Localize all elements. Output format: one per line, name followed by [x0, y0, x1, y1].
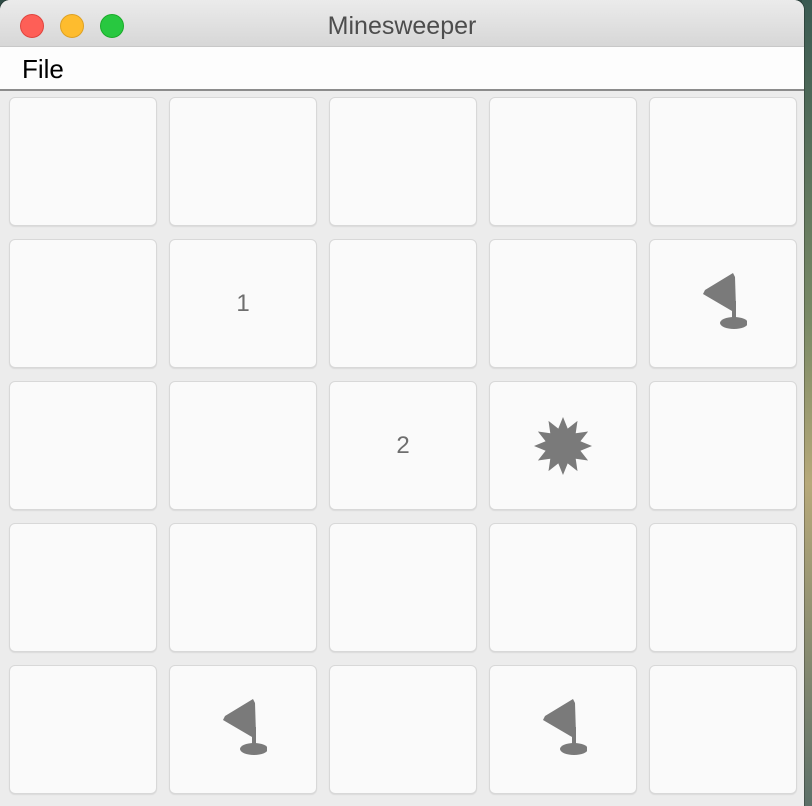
flag-icon	[219, 697, 267, 763]
board-cell[interactable]	[329, 665, 477, 794]
flag-icon	[539, 697, 587, 763]
menu-bar: File	[0, 47, 804, 91]
board-cell[interactable]: 2	[329, 381, 477, 510]
title-bar[interactable]: Minesweeper	[0, 0, 804, 47]
board-cell[interactable]: 1	[169, 239, 317, 368]
board-cell[interactable]	[489, 523, 637, 652]
board-cell[interactable]	[329, 97, 477, 226]
board-cell[interactable]	[649, 239, 797, 368]
board-cell[interactable]	[9, 97, 157, 226]
menu-file[interactable]: File	[22, 52, 64, 85]
board-cell[interactable]	[9, 381, 157, 510]
mine-icon	[533, 416, 593, 476]
board-cell[interactable]	[489, 381, 637, 510]
board-cell[interactable]	[489, 97, 637, 226]
board-cell[interactable]	[9, 523, 157, 652]
game-board: 12	[0, 91, 804, 806]
board-cell[interactable]	[649, 381, 797, 510]
window-title: Minesweeper	[327, 12, 477, 40]
board-cell[interactable]	[649, 97, 797, 226]
board-cell[interactable]	[649, 665, 797, 794]
board-cell[interactable]	[329, 523, 477, 652]
board-cell[interactable]	[489, 239, 637, 368]
minesweeper-window: Minesweeper File 12	[0, 0, 804, 806]
board-cell[interactable]	[649, 523, 797, 652]
board-cell[interactable]	[9, 239, 157, 368]
board-cell[interactable]	[9, 665, 157, 794]
cell-number: 2	[396, 431, 410, 459]
board-cell[interactable]	[489, 665, 637, 794]
board-cell[interactable]	[169, 665, 317, 794]
board-cell[interactable]	[169, 381, 317, 510]
board-cell[interactable]	[169, 523, 317, 652]
cell-number: 1	[236, 289, 250, 317]
board-cell[interactable]	[169, 97, 317, 226]
board-cell[interactable]	[329, 239, 477, 368]
flag-icon	[699, 271, 747, 337]
